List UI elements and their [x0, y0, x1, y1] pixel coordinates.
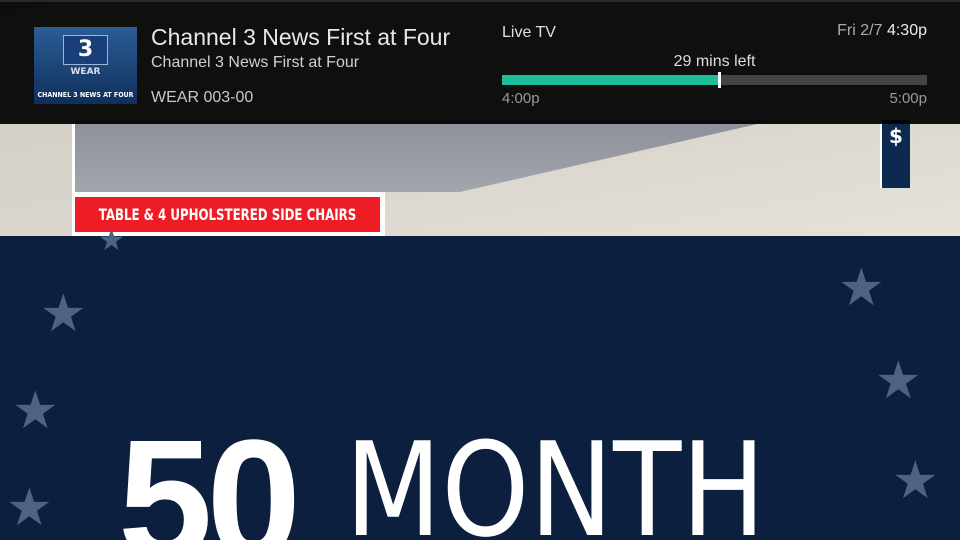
live-tv-label: Live TV	[502, 24, 556, 41]
date: Fri 2/7	[837, 22, 883, 39]
star-icon: ★	[838, 259, 885, 317]
start-time: 4:00p	[502, 90, 540, 107]
clock: Fri 2/7 4:30p	[837, 22, 927, 40]
star-icon: ★	[40, 285, 87, 343]
progress-bar[interactable]	[502, 72, 927, 88]
progress-marker[interactable]	[717, 72, 721, 88]
logo-caption: CHANNEL 3 NEWS AT FOUR	[37, 91, 134, 99]
channel-logo: 3 WEAR CHANNEL 3 NEWS AT FOUR	[34, 27, 137, 104]
progress-fill	[502, 75, 719, 85]
star-icon: ★	[875, 352, 922, 410]
time: 4:30p	[886, 22, 927, 39]
star-icon: ★	[6, 479, 53, 537]
end-time: 5:00p	[889, 90, 927, 107]
program-title: Channel 3 News First at Four	[151, 24, 451, 50]
abc-3-logo: 3	[63, 35, 108, 65]
star-icon: ★	[12, 382, 59, 440]
headline-number: 50	[118, 405, 301, 540]
info-overlay: 3 WEAR CHANNEL 3 NEWS AT FOUR Channel 3 …	[0, 0, 960, 124]
episode-title: Channel 3 News First at Four	[151, 54, 360, 71]
logo-callsign: WEAR	[70, 67, 101, 77]
price-tag: $	[880, 120, 910, 188]
channel-number: WEAR 003-00	[151, 89, 254, 106]
time-remaining: 29 mins left	[673, 53, 756, 70]
star-icon: ★	[892, 452, 939, 510]
headline-word: MONTH	[345, 414, 766, 540]
star-icon: ★	[98, 224, 125, 257]
